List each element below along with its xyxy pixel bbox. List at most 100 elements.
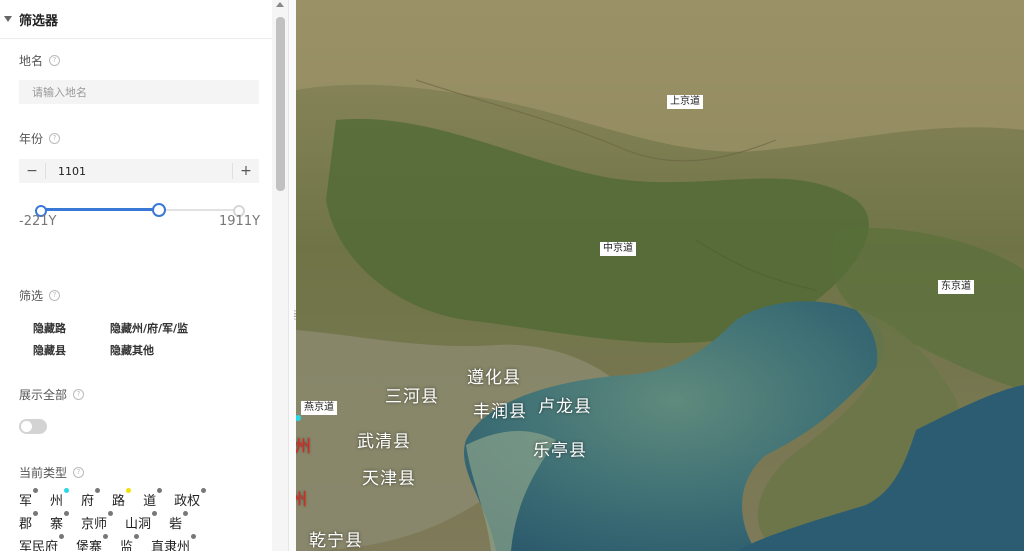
show-all-toggle[interactable] (19, 419, 47, 434)
type-legend-item[interactable]: 州 (50, 488, 70, 509)
type-name: 郡 (19, 517, 33, 532)
type-color-dot (64, 488, 70, 493)
type-legend-item[interactable]: 政权 (174, 488, 207, 509)
type-color-dot (201, 488, 207, 493)
type-name: 军 (19, 494, 33, 509)
type-color-dot (103, 534, 109, 539)
type-legend-item[interactable]: 寨 (50, 511, 70, 532)
type-name: 堡寨 (76, 540, 103, 551)
county-label[interactable]: 三河县 (385, 382, 439, 407)
type-color-dot (152, 511, 158, 516)
year-label: 年份 ? (19, 130, 61, 147)
type-color-dot (33, 511, 39, 516)
collapse-caret-icon[interactable] (4, 16, 12, 22)
type-name: 砦 (169, 517, 183, 532)
help-icon[interactable]: ? (73, 467, 85, 478)
county-label[interactable]: 天津县 (362, 464, 416, 489)
toggle-knob (21, 421, 32, 432)
type-name: 军民府 (19, 540, 59, 551)
type-color-dot (108, 511, 114, 516)
type-legend-item[interactable]: 山洞 (125, 511, 158, 532)
type-color-dot (95, 488, 101, 493)
county-label[interactable]: 乾宁县 (309, 526, 363, 551)
type-name: 山洞 (125, 517, 152, 532)
year-slider-handle[interactable] (151, 203, 166, 217)
type-name: 政权 (174, 494, 201, 509)
type-name: 州 (50, 494, 64, 509)
hide-prefecture-option[interactable]: 隐藏州/府/军/监 (110, 320, 188, 336)
type-name: 道 (143, 494, 157, 509)
type-legend-item[interactable]: 道 (143, 488, 163, 509)
type-legend-item[interactable]: 堡寨 (76, 534, 109, 551)
show-all-label: 展示全部 ? (19, 386, 85, 403)
help-icon[interactable]: ? (49, 55, 61, 66)
type-legend-item[interactable]: 军民府 (19, 534, 65, 551)
type-legend-item[interactable]: 府 (81, 488, 101, 509)
route-label-fragment[interactable]: 州 (296, 485, 307, 510)
year-decrement-button[interactable]: − (19, 163, 46, 179)
year-label-text: 年份 (19, 132, 44, 146)
current-types-label: 当前类型 ? (19, 464, 85, 481)
dao-label-dongjing[interactable]: 东京道 (938, 280, 974, 294)
type-legend-row: 郡 寨 京师 山洞 砦 (19, 511, 269, 534)
dao-label-zhongjing[interactable]: 中京道 (600, 242, 636, 256)
place-name-label: 地名 ? (19, 52, 61, 69)
county-label[interactable]: 乐亭县 (533, 436, 587, 461)
year-increment-button[interactable]: + (232, 163, 259, 179)
panel-scrollbar[interactable] (272, 0, 288, 551)
dao-label-shangjing[interactable]: 上京道 (667, 95, 703, 109)
route-label-fragment[interactable]: 州 (296, 432, 311, 457)
year-min-label: -221Y (19, 214, 57, 229)
help-icon[interactable]: ? (49, 290, 61, 301)
type-legend-item[interactable]: 路 (112, 488, 132, 509)
type-name: 寨 (50, 517, 64, 532)
satellite-map[interactable]: 上京道 中京道 东京道 燕京道 州 州 遵化县 三河县 丰润县 卢龙县 武清县 … (296, 0, 1024, 551)
type-name: 路 (112, 494, 126, 509)
type-name: 监 (120, 540, 134, 551)
filter-label: 筛选 ? (19, 287, 61, 304)
help-icon[interactable]: ? (73, 389, 85, 400)
scroll-thumb[interactable] (276, 17, 285, 191)
type-color-dot (33, 488, 39, 493)
county-label[interactable]: 武清县 (357, 427, 411, 452)
type-name: 京师 (81, 517, 108, 532)
type-color-dot (191, 534, 197, 539)
type-name: 直隶州 (151, 540, 191, 551)
year-stepper: − 1101 + (19, 159, 259, 183)
year-max-label: 1911Y (219, 214, 261, 229)
type-color-dot (183, 511, 189, 516)
type-color-dot (64, 511, 70, 516)
type-color-dot (59, 534, 65, 539)
type-legend-item[interactable]: 京师 (81, 511, 114, 532)
type-color-dot (134, 534, 140, 539)
county-label[interactable]: 丰润县 (473, 397, 527, 422)
dao-label-yanjing[interactable]: 燕京道 (301, 401, 337, 415)
type-name: 府 (81, 494, 95, 509)
help-icon[interactable]: ? (49, 133, 61, 144)
type-legend-item[interactable]: 直隶州 (151, 534, 197, 551)
hide-route-option[interactable]: 隐藏路 (33, 320, 66, 336)
type-color-dot (126, 488, 132, 493)
hide-county-option[interactable]: 隐藏县 (33, 342, 66, 358)
year-slider-fill (40, 208, 159, 211)
type-legend: 军 州 府 路 道 政权郡 寨 京师 山洞 砦军民府 堡寨 监 直隶州 (19, 488, 269, 551)
panel-title: 筛选器 (19, 13, 59, 29)
type-legend-item[interactable]: 军 (19, 488, 39, 509)
type-legend-item[interactable]: 监 (120, 534, 140, 551)
hide-other-option[interactable]: 隐藏其他 (110, 342, 154, 358)
current-types-label-text: 当前类型 (19, 466, 68, 480)
place-name-label-text: 地名 (19, 54, 44, 68)
filter-label-text: 筛选 (19, 289, 44, 303)
filter-panel-header[interactable]: 筛选器 (0, 0, 272, 39)
year-value[interactable]: 1101 (46, 165, 232, 178)
county-label[interactable]: 卢龙县 (538, 392, 592, 417)
type-legend-row: 军 州 府 路 道 政权 (19, 488, 269, 511)
type-legend-item[interactable]: 郡 (19, 511, 39, 532)
county-label[interactable]: 遵化县 (467, 363, 521, 388)
type-legend-item[interactable]: 砦 (169, 511, 189, 532)
filter-panel: 筛选器 地名 ? 年份 ? − 1101 + -221Y 1911Y 筛选 ? … (0, 0, 272, 551)
type-color-dot (157, 488, 163, 493)
place-name-input[interactable] (19, 80, 259, 104)
show-all-label-text: 展示全部 (19, 388, 68, 402)
scroll-up-arrow-icon[interactable] (276, 2, 284, 7)
